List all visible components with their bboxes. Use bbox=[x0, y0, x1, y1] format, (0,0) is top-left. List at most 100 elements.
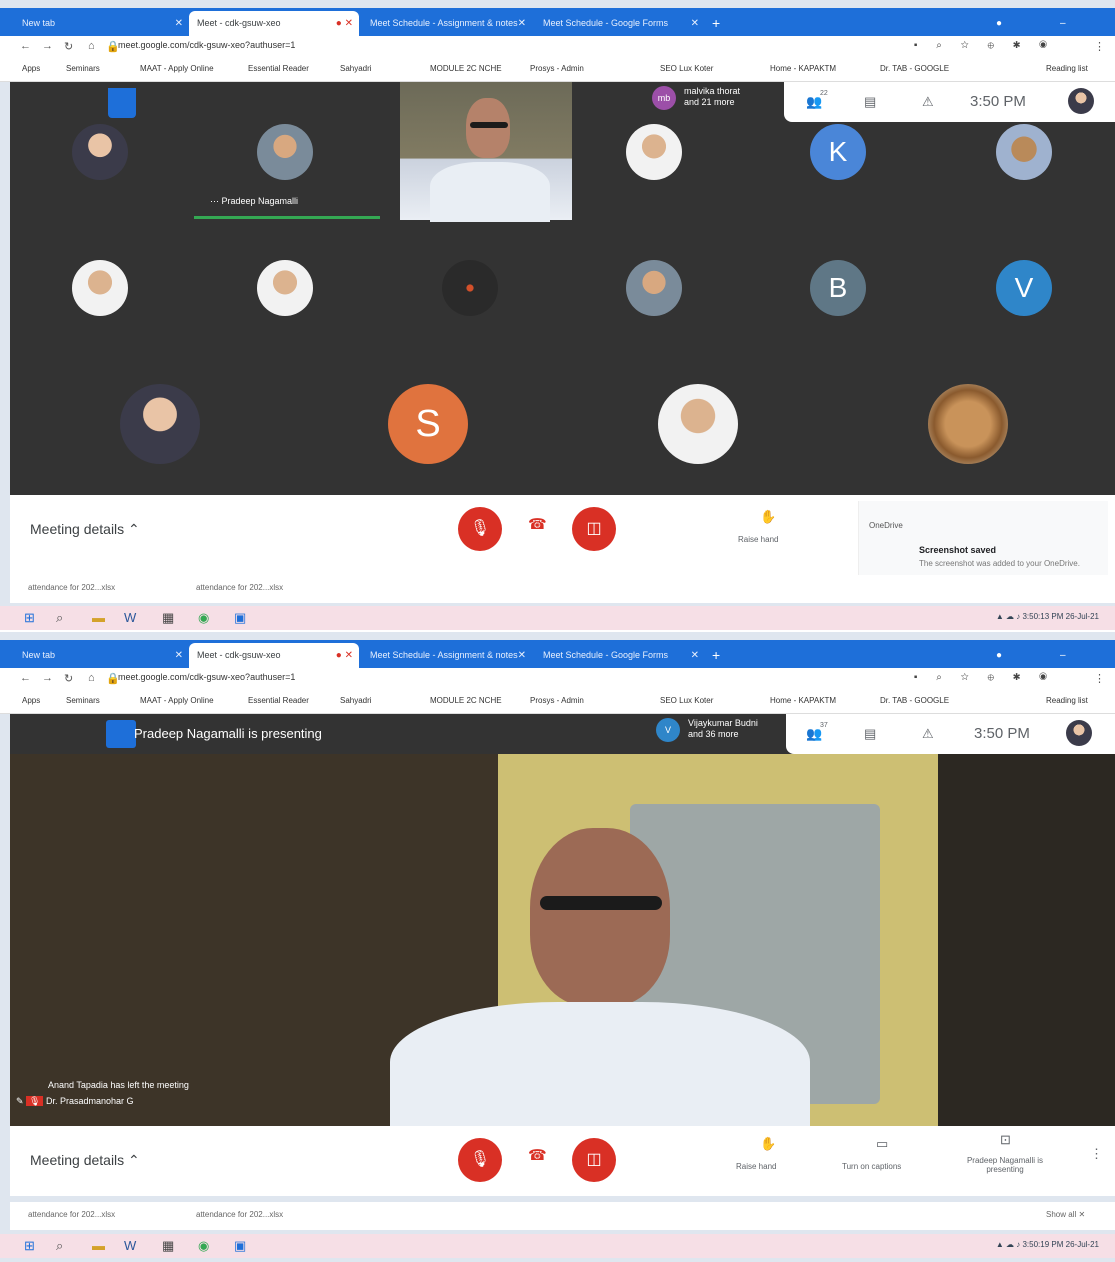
tab-meet-schedule-notes[interactable]: Meet Schedule - Assignment & notes ✕ bbox=[362, 11, 532, 36]
profile-dot-icon[interactable]: ● bbox=[996, 18, 1002, 29]
search-icon[interactable]: ⌕ bbox=[56, 1238, 63, 1254]
participant-initial-s[interactable]: S bbox=[388, 384, 468, 464]
participant-initial-k[interactable]: K bbox=[810, 124, 866, 180]
chrome-icon[interactable]: ◉ bbox=[198, 1238, 209, 1254]
close-icon[interactable]: ✕ bbox=[518, 643, 526, 668]
bookmark[interactable]: SEO Lux Koter bbox=[660, 696, 713, 705]
snip-icon[interactable]: ▣ bbox=[234, 610, 246, 626]
bookmark[interactable]: MODULE 2C NCHE bbox=[430, 696, 502, 705]
participant-initial-v[interactable]: V bbox=[996, 260, 1052, 316]
forward-icon[interactable]: → bbox=[42, 40, 53, 52]
snip-icon[interactable]: ▣ bbox=[234, 1238, 246, 1254]
participant-initial-b[interactable]: B bbox=[810, 260, 866, 316]
menu-icon[interactable]: ⋮ bbox=[1094, 40, 1105, 53]
meeting-details-button[interactable]: Meeting details ⌃ bbox=[30, 521, 140, 538]
system-tray[interactable]: ▲ ☁ ♪ 3:50:13 PM 26-Jul-21 bbox=[996, 612, 1099, 621]
presenter-video-tile[interactable] bbox=[400, 82, 572, 222]
participant-avatar[interactable] bbox=[928, 384, 1008, 464]
hang-up-button[interactable]: ☎ bbox=[528, 515, 547, 533]
more-options-icon[interactable]: ⋮ bbox=[1090, 1146, 1103, 1162]
camera-off-button[interactable]: ◫ bbox=[572, 507, 616, 551]
participant-avatar[interactable] bbox=[257, 124, 313, 180]
bookmark[interactable]: Home - KAPAKTM bbox=[770, 64, 836, 73]
close-icon[interactable]: ✕ bbox=[518, 11, 526, 36]
mic-off-button[interactable]: 🎙 bbox=[458, 1138, 502, 1182]
present-icon[interactable] bbox=[106, 720, 136, 748]
url-field[interactable]: meet.google.com/cdk-gsuw-xeo?authuser=1 bbox=[118, 40, 295, 50]
back-icon[interactable]: ← bbox=[20, 40, 31, 52]
participant-avatar[interactable] bbox=[72, 124, 128, 180]
bookmark[interactable]: Seminars bbox=[66, 64, 100, 73]
bookmark[interactable]: MODULE 2C NCHE bbox=[430, 64, 502, 73]
forward-icon[interactable]: → bbox=[42, 672, 53, 684]
bookmark[interactable]: Dr. TAB - GOOGLE bbox=[880, 696, 949, 705]
minimize-icon[interactable]: – bbox=[1060, 18, 1066, 29]
download-item[interactable]: attendance for 202...xlsx bbox=[196, 583, 283, 592]
home-icon[interactable]: ⌂ bbox=[88, 672, 95, 684]
activities-icon[interactable]: ⚠ bbox=[922, 726, 934, 742]
present-now-icon[interactable]: ⊡ bbox=[1000, 1132, 1011, 1148]
word-icon[interactable]: W bbox=[124, 1238, 136, 1253]
tab-meet[interactable]: Meet - cdk-gsuw-xeo ● ✕ bbox=[189, 643, 359, 668]
file-explorer-icon[interactable]: ▬ bbox=[92, 1238, 105, 1253]
app-icon[interactable]: ▦ bbox=[162, 1238, 174, 1254]
bookmark[interactable]: Prosys - Admin bbox=[530, 696, 584, 705]
bookmark[interactable]: Essential Reader bbox=[248, 64, 309, 73]
new-tab-plus-icon[interactable]: + bbox=[712, 643, 720, 668]
tab-meet-schedule-forms[interactable]: Meet Schedule - Google Forms ✕ bbox=[535, 11, 705, 36]
tab-meet-schedule-notes[interactable]: Meet Schedule - Assignment & notes ✕ bbox=[362, 643, 532, 668]
bookmark[interactable]: Sahyadri bbox=[340, 696, 372, 705]
start-icon[interactable]: ⊞ bbox=[24, 1238, 35, 1254]
bookmark[interactable]: Home - KAPAKTM bbox=[770, 696, 836, 705]
download-item[interactable]: attendance for 202...xlsx bbox=[28, 1210, 115, 1219]
participant-avatar[interactable] bbox=[996, 124, 1052, 180]
participant-avatar[interactable] bbox=[120, 384, 200, 464]
participant-avatar[interactable] bbox=[626, 124, 682, 180]
system-tray[interactable]: ▲ ☁ ♪ 3:50:19 PM 26-Jul-21 bbox=[996, 1240, 1099, 1249]
close-icon[interactable]: ✕ bbox=[691, 643, 699, 668]
download-item[interactable]: attendance for 202...xlsx bbox=[196, 1210, 283, 1219]
minimize-icon[interactable]: – bbox=[1060, 650, 1066, 661]
chat-icon[interactable]: ▤ bbox=[864, 94, 876, 110]
reload-icon[interactable]: ↻ bbox=[64, 672, 73, 685]
bookmark[interactable]: Sahyadri bbox=[340, 64, 372, 73]
presenter-main-video[interactable]: Anand Tapadia has left the meeting ✎ 🎙 D… bbox=[10, 754, 1115, 1126]
hang-up-button[interactable]: ☎ bbox=[528, 1146, 547, 1164]
participant-avatar[interactable] bbox=[442, 260, 498, 316]
close-icon[interactable]: ✕ bbox=[175, 643, 183, 668]
participant-avatar[interactable] bbox=[658, 384, 738, 464]
profile-dot-icon[interactable]: ● bbox=[996, 650, 1002, 661]
show-all-button[interactable]: Show all ✕ bbox=[1046, 1210, 1085, 1219]
menu-icon[interactable]: ⋮ bbox=[1094, 672, 1105, 685]
close-icon[interactable]: ✕ bbox=[691, 11, 699, 36]
camera-off-button[interactable]: ◫ bbox=[572, 1138, 616, 1182]
captions-label[interactable]: Turn on captions bbox=[842, 1162, 901, 1171]
bookmark[interactable]: Seminars bbox=[66, 696, 100, 705]
participant-preview[interactable]: V Vijaykumar Budni and 36 more bbox=[650, 716, 785, 748]
chrome-icon[interactable]: ◉ bbox=[198, 610, 209, 626]
bookmark[interactable]: SEO Lux Koter bbox=[660, 64, 713, 73]
bookmark[interactable]: Apps bbox=[22, 64, 40, 73]
start-icon[interactable]: ⊞ bbox=[24, 610, 35, 626]
bookmark[interactable]: Prosys - Admin bbox=[530, 64, 584, 73]
participant-preview[interactable]: mb malvika thorat and 21 more bbox=[640, 84, 783, 116]
raise-hand-icon[interactable]: ✋ bbox=[760, 1136, 776, 1152]
tab-new-tab[interactable]: New tab ✕ bbox=[14, 11, 189, 36]
user-avatar[interactable] bbox=[1066, 720, 1092, 746]
home-icon[interactable]: ⌂ bbox=[88, 40, 95, 52]
new-tab-plus-icon[interactable]: + bbox=[712, 11, 720, 36]
raise-hand-icon[interactable]: ✋ bbox=[760, 509, 776, 525]
tab-meet-schedule-forms[interactable]: Meet Schedule - Google Forms ✕ bbox=[535, 643, 705, 668]
bookmark[interactable]: Apps bbox=[22, 696, 40, 705]
activities-icon[interactable]: ⚠ bbox=[922, 94, 934, 110]
word-icon[interactable]: W bbox=[124, 610, 136, 625]
mic-off-button[interactable]: 🎙 bbox=[458, 507, 502, 551]
tab-meet[interactable]: Meet - cdk-gsuw-xeo ● ✕ bbox=[189, 11, 359, 36]
bookmark[interactable]: Dr. TAB - GOOGLE bbox=[880, 64, 949, 73]
top-bar-blue-chip[interactable] bbox=[108, 88, 136, 118]
participant-avatar[interactable] bbox=[257, 260, 313, 316]
user-avatar[interactable] bbox=[1068, 88, 1094, 114]
bookmark[interactable]: MAAT - Apply Online bbox=[140, 696, 214, 705]
presenting-label[interactable]: Pradeep Nagamalli is presenting bbox=[960, 1156, 1050, 1174]
bookmark[interactable]: Essential Reader bbox=[248, 696, 309, 705]
